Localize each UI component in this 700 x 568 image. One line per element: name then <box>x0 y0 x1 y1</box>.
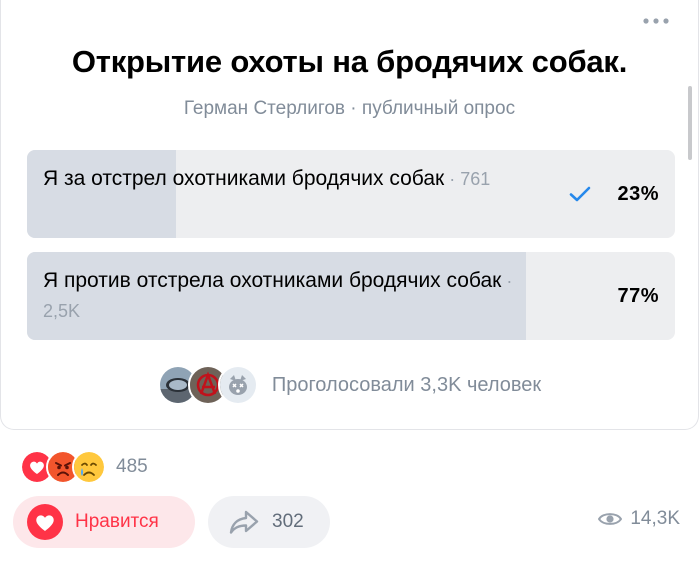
avatar-dog <box>217 365 258 405</box>
share-button[interactable]: 302 <box>208 496 330 548</box>
poll-card: Открытие охоты на бродячих собак. Герман… <box>0 0 699 430</box>
poll-subtitle[interactable]: Герман Стерлигов · публичный опрос <box>1 98 698 120</box>
like-button[interactable]: Нравится <box>13 496 195 548</box>
poll-option-label: Я за отстрел охотниками бродячих собак ·… <box>43 164 543 194</box>
heart-icon <box>27 504 63 540</box>
reactions-summary[interactable]: 485 <box>20 450 148 484</box>
eye-icon <box>598 513 623 525</box>
checkmark-icon <box>569 186 591 202</box>
more-options-icon[interactable] <box>642 14 670 28</box>
voter-avatars <box>157 365 258 405</box>
like-button-label: Нравится <box>75 511 159 532</box>
poll-option-percent: 77% <box>617 285 659 307</box>
reactions-count: 485 <box>116 456 148 477</box>
poll-option-against[interactable]: Я против отстрела охотниками бродячих со… <box>27 252 675 340</box>
poll-option-text: Я за отстрел охотниками бродячих собак <box>43 167 445 190</box>
poll-option-for[interactable]: Я за отстрел охотниками бродячих собак ·… <box>27 150 675 238</box>
share-arrow-icon <box>229 510 259 534</box>
views-counter: 14,3K <box>598 508 680 530</box>
views-count: 14,3K <box>630 508 680 529</box>
voters-count-text: Проголосовали 3,3K человек <box>271 373 542 396</box>
poll-option-percent: 23% <box>617 183 659 205</box>
poll-option-votes: · 761 <box>444 169 491 189</box>
poll-title: Открытие охоты на бродячих собак. <box>71 44 628 79</box>
poll-option-text: Я против отстрела охотниками бродячих со… <box>43 269 502 292</box>
crying-face-icon <box>72 450 106 484</box>
voters-row[interactable]: Проголосовали 3,3K человек <box>1 365 698 405</box>
poll-option-label: Я против отстрела охотниками бродячих со… <box>43 266 543 326</box>
share-count: 302 <box>272 511 304 532</box>
